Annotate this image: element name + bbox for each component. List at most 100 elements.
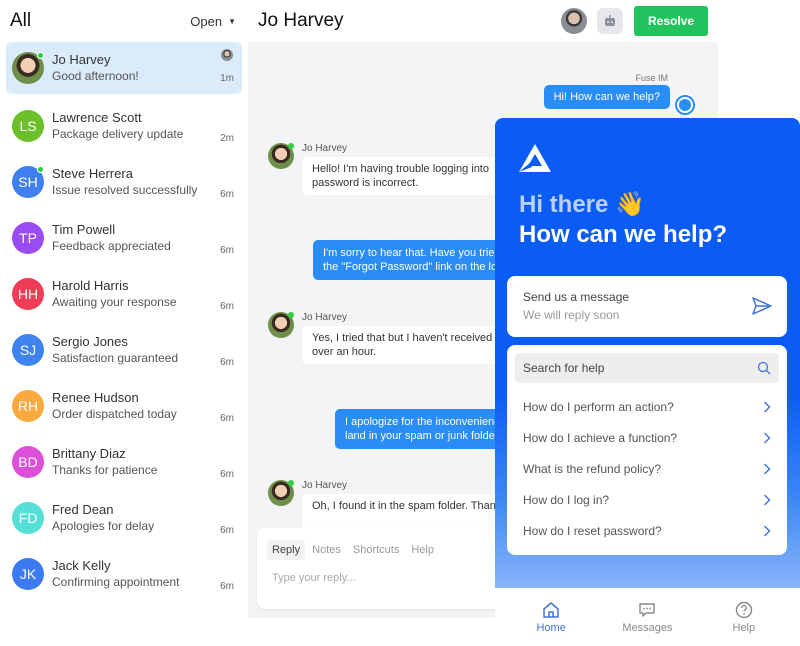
conversation-time: 6m <box>220 189 234 200</box>
greeting-line-1: Hi there 👋 <box>519 191 645 218</box>
conversation-time: 6m <box>220 357 234 368</box>
composer-tab-help[interactable]: Help <box>406 540 439 560</box>
avatar: SH <box>12 166 44 198</box>
conversation-item[interactable]: BD Brittany Diaz Thanks for patience 6m <box>6 434 242 490</box>
message-preview: Awaiting your response <box>52 295 177 309</box>
faq-item[interactable]: How do I reset password? <box>515 515 779 546</box>
conversation-item[interactable]: FD Fred Dean Apologies for delay 6m <box>6 490 242 546</box>
caret-down-icon: ▼ <box>228 16 236 26</box>
conversation-time: 2m <box>220 133 234 144</box>
conversation-item[interactable]: SH Steve Herrera Issue resolved successf… <box>6 154 242 210</box>
robot-icon <box>605 15 615 26</box>
composer-tab-reply[interactable]: Reply <box>267 540 306 560</box>
sender-avatar <box>268 480 294 506</box>
faq-item[interactable]: How do I achieve a function? <box>515 422 779 453</box>
status-filter-dropdown[interactable]: Open ▼ <box>190 14 236 29</box>
nav-label: Home <box>536 622 566 634</box>
faq-item[interactable]: How do I perform an action? <box>515 391 779 422</box>
message-preview: Apologies for delay <box>52 519 155 533</box>
conversation-time: 6m <box>220 245 234 256</box>
faq-item[interactable]: What is the refund policy? <box>515 453 779 484</box>
conversation-time: 6m <box>220 581 234 592</box>
sender-name: Jo Harvey <box>302 143 348 154</box>
composer-tab-shortcuts[interactable]: Shortcuts <box>348 540 404 560</box>
conversation-item[interactable]: HH Harold Harris Awaiting your response … <box>6 266 242 322</box>
help-search-input[interactable]: Search for help <box>515 353 779 383</box>
chevron-right-icon <box>764 463 771 474</box>
send-message-card[interactable]: Send us a message We will reply soon <box>507 276 787 337</box>
conversation-text: Sergio Jones Satisfaction guaranteed <box>52 334 236 366</box>
message-preview: Good afternoon! <box>52 69 139 83</box>
bot-logo-icon <box>675 95 695 115</box>
faq-question: How do I perform an action? <box>523 399 674 414</box>
conversation-item[interactable]: SJ Sergio Jones Satisfaction guaranteed … <box>6 322 242 378</box>
search-icon <box>757 361 771 375</box>
home-icon <box>543 602 559 618</box>
faq-question: How do I log in? <box>523 492 610 507</box>
chat-bubble-icon <box>639 603 656 617</box>
conversation-text: Brittany Diaz Thanks for patience <box>52 446 236 478</box>
help-circle-icon <box>735 601 753 619</box>
conversation-text: Steve Herrera Issue resolved successfull… <box>52 166 236 198</box>
nav-help[interactable]: Help <box>709 600 779 634</box>
sender-avatar <box>268 312 294 338</box>
contact-name: Tim Powell <box>52 222 116 237</box>
conversation-item[interactable]: LS Lawrence Scott Package delivery updat… <box>6 98 242 154</box>
chat-title: Jo Harvey <box>258 10 344 31</box>
conversation-text: Tim Powell Feedback appreciated <box>52 222 236 254</box>
app-root: All Open ▼ Jo Harvey Good afternoon! 1m … <box>0 0 800 646</box>
avatar-initials: SH <box>18 174 38 190</box>
conversation-text: Lawrence Scott Package delivery update <box>52 110 236 142</box>
avatar-initials: SJ <box>19 342 37 358</box>
message-line: land in your spam or junk folder <box>345 430 499 442</box>
message-preview: Confirming appointment <box>52 575 180 589</box>
conversation-item[interactable]: Jo Harvey Good afternoon! 1m <box>6 42 242 94</box>
avatar: HH <box>12 278 44 310</box>
avatar: SJ <box>12 334 44 366</box>
help-search-card: Search for help How do I perform an acti… <box>507 345 787 555</box>
message-preview: Package delivery update <box>52 127 184 141</box>
message-preview: Order dispatched today <box>52 407 177 421</box>
resolve-button[interactable]: Resolve <box>634 6 708 36</box>
nav-label: Help <box>732 622 756 634</box>
chevron-right-icon <box>764 494 771 505</box>
avatar: JK <box>12 558 44 590</box>
conversation-sidebar: All Open ▼ Jo Harvey Good afternoon! 1m … <box>0 0 248 612</box>
composer-tab-notes[interactable]: Notes <box>307 540 346 560</box>
assigned-agent-avatar[interactable] <box>561 8 587 34</box>
chevron-right-icon <box>764 432 771 443</box>
contact-name: Brittany Diaz <box>52 446 126 461</box>
chat-header: Jo Harvey Resolve <box>248 0 718 42</box>
help-widget: Hi there 👋 How can we help? Send us a me… <box>495 118 800 646</box>
status-filter-label: Open <box>190 13 223 29</box>
avatar-initials: HH <box>17 286 39 302</box>
message-preview: Satisfaction guaranteed <box>52 351 179 365</box>
bot-avatar <box>673 93 697 117</box>
faq-item[interactable]: How do I log in? <box>515 484 779 515</box>
message-line: I'm sorry to hear that. Have you tried <box>323 247 501 259</box>
message-line: I apologize for the inconvenience <box>345 416 505 428</box>
conversation-item[interactable]: TP Tim Powell Feedback appreciated 6m <box>6 210 242 266</box>
contact-name: Harold Harris <box>52 278 129 293</box>
message-preview: Thanks for patience <box>52 463 158 477</box>
bot-toggle-button[interactable] <box>597 8 623 34</box>
conversation-list: Jo Harvey Good afternoon! 1m LS Lawrence… <box>0 42 248 602</box>
conversation-time: 6m <box>220 525 234 536</box>
greeting-line-2: How can we help? <box>519 221 728 248</box>
sidebar-title: All <box>10 10 32 31</box>
avatar: FD <box>12 502 44 534</box>
conversation-item[interactable]: RH Renee Hudson Order dispatched today 6… <box>6 378 242 434</box>
nav-home[interactable]: Home <box>516 600 586 634</box>
contact-name: Jo Harvey <box>52 52 111 67</box>
faq-question: How do I reset password? <box>523 523 662 538</box>
faq-question: How do I achieve a function? <box>523 430 678 445</box>
message-preview: Issue resolved successfully <box>52 183 198 197</box>
nav-messages[interactable]: Messages <box>612 600 682 634</box>
brand-logo-icon <box>519 144 551 172</box>
conversation-text: Jo Harvey Good afternoon! <box>52 52 236 84</box>
outgoing-message-bubble: I'm sorry to hear that. Have you tried t… <box>313 240 503 280</box>
online-indicator <box>37 166 44 173</box>
conversation-item[interactable]: JK Jack Kelly Confirming appointment 6m <box>6 546 242 602</box>
send-message-subtitle: We will reply soon <box>523 308 620 322</box>
bot-sender-label: Fuse IM <box>635 73 668 83</box>
